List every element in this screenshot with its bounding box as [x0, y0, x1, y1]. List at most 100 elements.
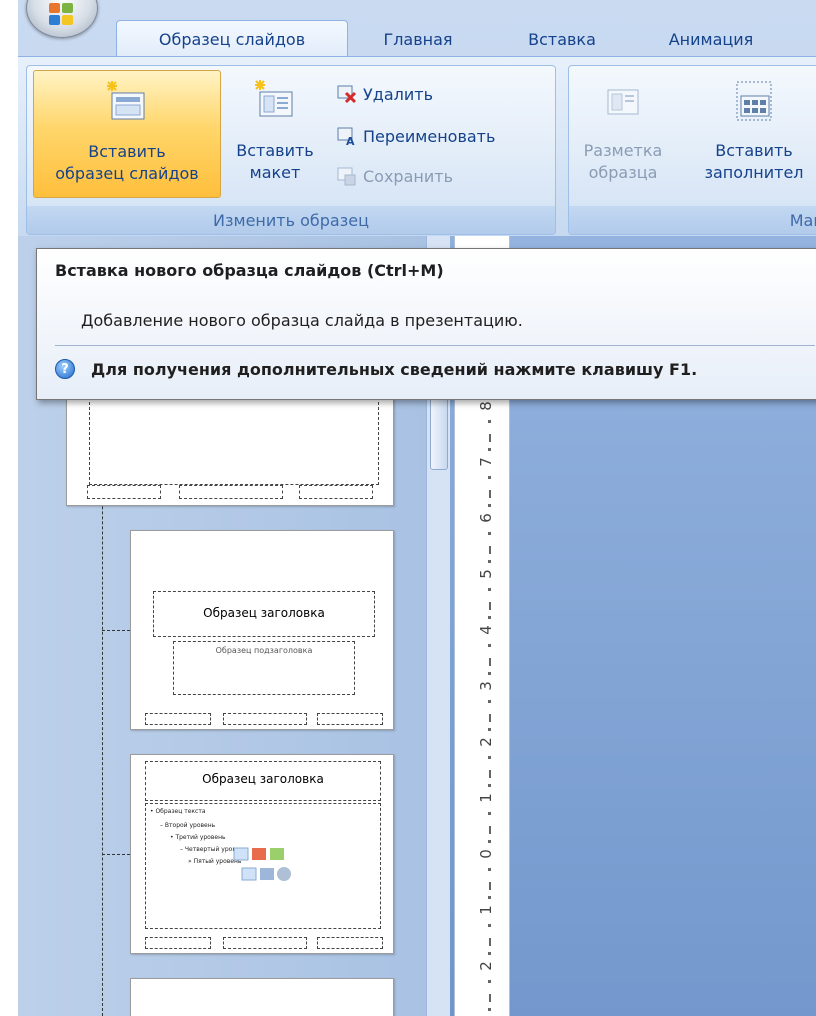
slide-thumbnail-content-layout[interactable]: Образец заголовка • Образец текста – Вто…	[130, 754, 394, 954]
text-level-2: – Второй уровень	[160, 822, 216, 829]
insert-placeholder-button[interactable]: Вставить заполнител	[679, 70, 816, 198]
ruler-tick	[489, 770, 491, 778]
ruler-tick	[488, 840, 491, 843]
screentip-divider	[55, 345, 815, 346]
ruler-tick	[489, 490, 491, 498]
powerpoint-window: Образец слайдов Главная Вставка Анимация…	[18, 0, 816, 1016]
tree-connector-branch	[102, 854, 130, 855]
insert-placeholder-label-1: Вставить	[715, 141, 793, 160]
tab-slide-master[interactable]: Образец слайдов	[116, 20, 348, 58]
slide-thumbnail-title-layout[interactable]: Образец заголовка Образец подзаголовка	[130, 530, 394, 730]
save-label: Сохранить	[363, 166, 453, 186]
slide-subtitle-text: Образец подзаголовка	[215, 646, 313, 655]
insert-layout-icon	[254, 80, 296, 122]
group-master-layout: Разметка образца Вставить заполнител Мак	[568, 65, 816, 235]
screentip-help-text: Для получения дополнительных сведений на…	[91, 359, 698, 379]
ruler-mark: 2	[476, 961, 495, 971]
insert-master-icon	[106, 81, 148, 123]
ruler-tick	[489, 714, 491, 722]
screentip-description: Добавление нового образца слайда в презе…	[81, 311, 523, 330]
placeholder-footer	[223, 937, 307, 949]
app-frame: Образец слайдов Главная Вставка Анимация…	[0, 0, 816, 1016]
ruler-tick	[488, 868, 491, 871]
svg-text:A: A	[346, 135, 355, 146]
ruler-tick	[488, 756, 491, 759]
rename-icon: A	[337, 126, 357, 148]
insert-slide-master-button[interactable]: Вставить образец слайдов	[33, 70, 221, 198]
ruler-tick	[489, 826, 491, 834]
ribbon-tab-bar: Образец слайдов Главная Вставка Анимация	[18, 10, 816, 58]
ruler-mark: 5	[476, 569, 495, 579]
placeholder-date	[145, 713, 211, 725]
placeholder-footer	[179, 485, 283, 499]
delete-button[interactable]: Удалить	[337, 80, 433, 108]
ruler-mark: 4	[476, 625, 495, 635]
insert-placeholder-icon	[733, 80, 775, 122]
placeholder-date	[87, 485, 161, 499]
placeholder-number	[299, 485, 373, 499]
slide-title-text: Образец заголовка	[202, 772, 324, 786]
ruler-tick	[488, 560, 491, 563]
placeholder-date	[145, 937, 211, 949]
insert-layout-label-1: Вставить	[236, 141, 314, 160]
placeholder-title: Образец заголовка	[145, 761, 381, 801]
save-button[interactable]: Сохранить	[337, 162, 453, 190]
ruler-tick	[489, 434, 491, 442]
ruler-tick	[488, 1008, 491, 1011]
ruler-tick	[489, 602, 491, 610]
insert-layout-button[interactable]: Вставить макет	[227, 70, 323, 198]
slide-title-text: Образец заголовка	[203, 606, 325, 620]
ruler-tick	[489, 938, 491, 946]
ruler-tick	[488, 952, 491, 955]
screentip-title: Вставка нового образца слайдов (Ctrl+M)	[55, 261, 444, 280]
content-insert-icons	[232, 846, 294, 890]
placeholder-content: • Образец текста – Второй уровень • Трет…	[145, 803, 381, 929]
ruler-tick	[489, 546, 491, 554]
placeholder-title: Образец заголовка	[153, 591, 375, 637]
delete-icon	[337, 84, 357, 104]
master-layout-label-2: образца	[588, 163, 658, 182]
master-layout-button[interactable]: Разметка образца	[573, 70, 673, 198]
ruler-tick	[488, 980, 491, 983]
placeholder-number	[317, 713, 383, 725]
tab-insert[interactable]: Вставка	[514, 20, 610, 58]
master-layout-icon	[602, 80, 644, 122]
insert-layout-label-2: макет	[249, 163, 301, 182]
ruler-tick	[488, 924, 491, 927]
help-icon: ?	[55, 359, 75, 379]
ruler-tick	[488, 672, 491, 675]
placeholder-subtitle: Образец подзаголовка	[173, 641, 355, 695]
ruler-mark: 0	[476, 849, 495, 859]
ruler-tick	[488, 532, 491, 535]
ruler-tick	[488, 700, 491, 703]
master-layout-label-1: Разметка	[583, 141, 663, 160]
group-master-layout-caption: Мак	[569, 206, 816, 234]
ruler-mark: 2	[476, 737, 495, 747]
placeholder-footer	[223, 713, 307, 725]
group-edit-master-caption: Изменить образец	[27, 206, 555, 234]
ribbon: Вставить образец слайдов Вставить макет	[18, 56, 816, 236]
tab-home[interactable]: Главная	[368, 20, 468, 58]
ruler-tick	[488, 448, 491, 451]
slide-thumbnail-partial[interactable]	[130, 978, 394, 1016]
ruler-tick	[488, 728, 491, 731]
ruler-tick	[488, 476, 491, 479]
ruler-tick	[489, 882, 491, 890]
insert-master-label-1: Вставить	[88, 142, 166, 161]
rename-button[interactable]: A Переименовать	[337, 122, 495, 150]
ruler-mark: 7	[476, 457, 495, 467]
ruler-mark: 6	[476, 513, 495, 523]
delete-label: Удалить	[363, 84, 433, 104]
rename-label: Переименовать	[363, 126, 496, 146]
ruler-tick	[488, 616, 491, 619]
ruler-tick	[488, 896, 491, 899]
screentip: Вставка нового образца слайдов (Ctrl+M) …	[36, 248, 816, 400]
ruler-tick	[489, 658, 491, 666]
save-icon	[337, 166, 357, 186]
ruler-tick	[488, 420, 491, 423]
tab-animation[interactable]: Анимация	[646, 20, 776, 58]
placeholder-number	[317, 937, 383, 949]
ruler-tick	[488, 588, 491, 591]
insert-placeholder-label-2: заполнител	[704, 163, 804, 182]
ruler-mark: 3	[476, 681, 495, 691]
